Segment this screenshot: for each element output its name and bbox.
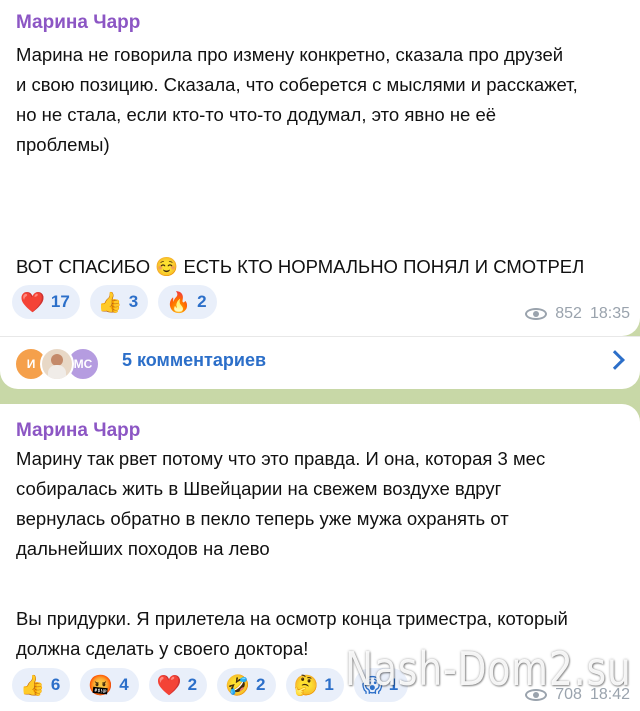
message-text: Марина не говорила про измену конкретно,… [16, 40, 626, 160]
message-line: но не стала, если кто-то что-то додумал,… [16, 104, 497, 125]
avatar [40, 347, 74, 381]
fire-icon: 🔥 [166, 290, 192, 314]
reaction-thumbs-up[interactable]: 👍 6 [12, 668, 71, 702]
reaction-heart[interactable]: ❤️ 2 [148, 668, 208, 702]
commenter-avatars: И МС [14, 347, 100, 381]
heart-icon: ❤️ [156, 673, 182, 697]
reaction-heart[interactable]: ❤️ 17 [12, 285, 80, 319]
message-time: 18:35 [589, 305, 630, 322]
eye-icon [525, 308, 548, 320]
rofl-face-icon: 🤣 [225, 673, 251, 697]
watermark: Nash-Dom2.su [345, 642, 632, 696]
reaction-count: 1 [324, 675, 334, 694]
message-line: Вы придурки. Я прилетела на осмотр конца… [16, 608, 568, 629]
heart-icon: ❤️ [20, 290, 45, 314]
reaction-count: 17 [50, 292, 70, 311]
reaction-cursing[interactable]: 🤬 4 [80, 668, 139, 702]
message-author[interactable]: Марина Чарр [16, 420, 140, 442]
comments-count-label[interactable]: 5 комментариев [122, 350, 266, 371]
reactions-row: ❤️ 17 👍 3 🔥 2 [12, 285, 217, 319]
reaction-thumbs-up[interactable]: 👍 3 [89, 285, 149, 319]
reaction-count: 2 [256, 675, 266, 694]
view-count: 852 [555, 305, 582, 322]
cursing-face-icon: 🤬 [88, 673, 114, 697]
reaction-count: 4 [119, 675, 129, 694]
reaction-count: 3 [128, 292, 139, 311]
message-line: собиралась жить в Швейцарии на свежем во… [16, 478, 502, 499]
message-line: вернулась обратно в пекло теперь уже муж… [16, 508, 509, 529]
message-line: дальнейших походов на лево [16, 538, 270, 559]
reaction-count: 2 [197, 292, 207, 311]
comments-button[interactable]: И МС 5 комментариев [0, 336, 640, 389]
message-line: Марина не говорила про измену конкретно,… [16, 44, 564, 65]
message-author[interactable]: Марина Чарр [16, 12, 140, 34]
message-line: проблемы) [16, 134, 110, 155]
thumbs-up-icon: 👍 [20, 673, 45, 697]
chevron-right-icon [605, 350, 625, 370]
reaction-count: 2 [187, 675, 198, 694]
reaction-fire[interactable]: 🔥 2 [158, 285, 217, 319]
thinking-face-icon: 🤔 [293, 673, 319, 697]
message-line: Марину так рвет потому что это правда. И… [16, 448, 546, 469]
message-text: Марину так рвет потому что это правда. И… [16, 444, 626, 564]
reaction-count: 6 [50, 675, 61, 694]
message-meta: 852 18:35 [525, 305, 630, 323]
message-line: и свою позицию. Сказала, что соберется с… [16, 74, 578, 95]
thumbs-up-icon: 👍 [97, 290, 123, 314]
reaction-thinking[interactable]: 🤔 1 [285, 668, 344, 702]
message-line: ВОТ СПАСИБО ☺️ ЕСТЬ КТО НОРМАЛЬНО ПОНЯЛ … [16, 256, 585, 277]
reaction-rofl[interactable]: 🤣 2 [217, 668, 276, 702]
message-bubble[interactable]: Марина Чарр Марина не говорила про измен… [0, 0, 640, 336]
